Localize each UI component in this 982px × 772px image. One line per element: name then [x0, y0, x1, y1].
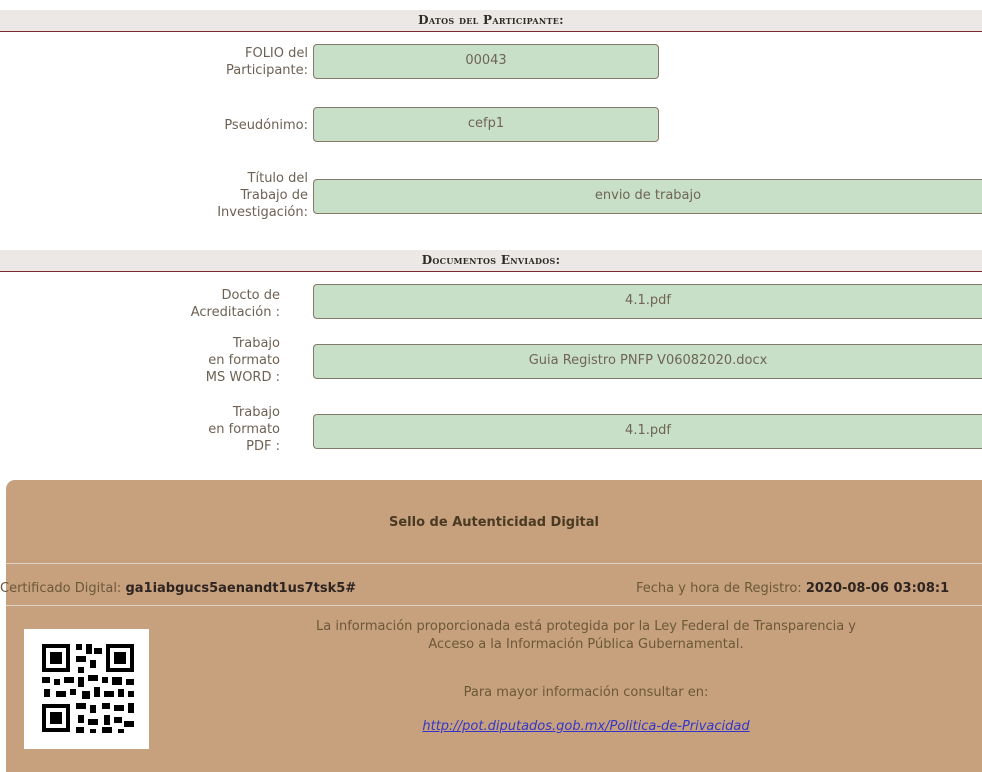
acreditacion-label: Docto de Acreditación : [190, 288, 280, 320]
titulo-field[interactable]: envio de trabajo [313, 179, 982, 214]
qr-code-icon [42, 644, 134, 733]
qr-code [24, 629, 149, 749]
participant-section-header: Datos del Participante: [0, 10, 982, 32]
seal-divider-top [6, 563, 982, 564]
acreditacion-field[interactable]: 4.1.pdf [313, 284, 982, 319]
legal-notice: La información proporcionada está proteg… [316, 619, 856, 652]
seal-divider-bottom [6, 605, 982, 606]
pseudonimo-label: Pseudónimo: [224, 118, 308, 133]
cert-label: Certificado Digital: [0, 581, 122, 596]
pdf-field[interactable]: 4.1.pdf [313, 414, 982, 449]
documents-section-header: Documentos Enviados: [0, 250, 982, 272]
cert-value: ga1iabgucs5aenandt1us7tsk5# [125, 581, 357, 596]
folio-field[interactable]: 00043 [313, 44, 659, 79]
seal-title: Sello de Autenticidad Digital [389, 515, 599, 530]
word-field[interactable]: Guia Registro PNFP V06082020.docx [313, 344, 982, 379]
folio-label: FOLIO del Participante: [226, 46, 308, 78]
fecha-row: Fecha y hora de Registro: 2020-08-06 03:… [636, 581, 949, 596]
seal-panel: Sello de Autenticidad Digital Certificad… [0, 480, 982, 772]
privacy-link[interactable]: http://pot.diputados.gob.mx/Politica-de-… [246, 719, 926, 734]
titulo-label: Título del Trabajo de Investigación: [217, 171, 308, 220]
word-label: Trabajo en formato MS WORD : [205, 336, 280, 385]
fecha-value: 2020-08-06 03:08:1 [805, 581, 950, 596]
more-info-text: Para mayor información consultar en: [463, 685, 709, 700]
pseudonimo-field[interactable]: cefp1 [313, 107, 659, 142]
pdf-label: Trabajo en formato PDF : [208, 405, 280, 454]
cert-row: Certificado Digital: ga1iabgucs5aenandt1… [0, 581, 356, 596]
fecha-label: Fecha y hora de Registro: [636, 581, 802, 596]
